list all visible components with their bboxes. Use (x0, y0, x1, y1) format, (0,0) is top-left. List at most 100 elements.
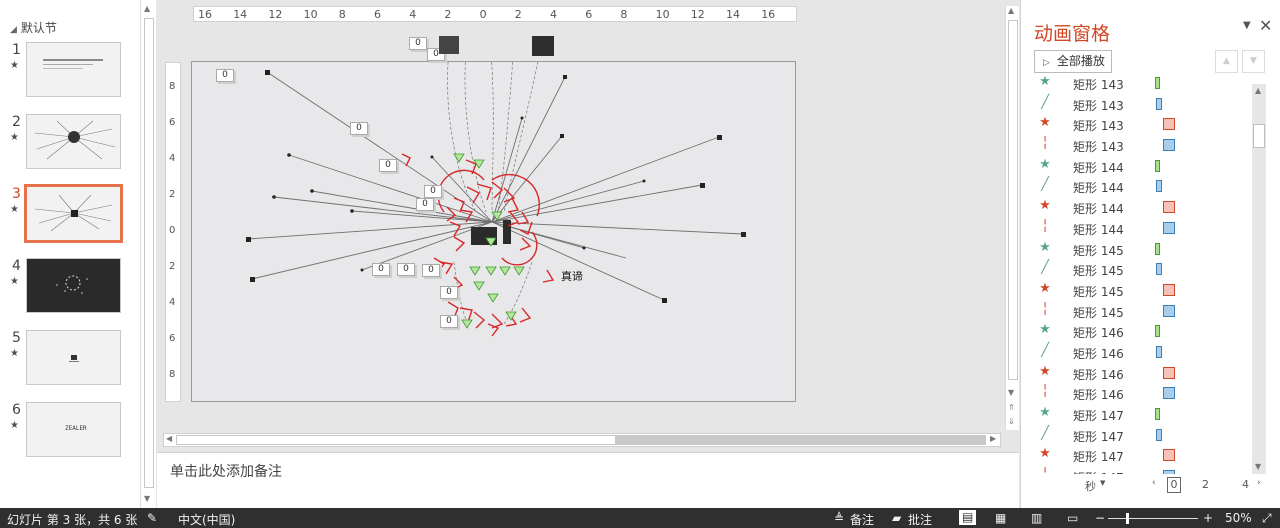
language-indicator[interactable]: 中文(中国) (178, 511, 235, 528)
spell-check-icon[interactable]: ✎ (147, 511, 157, 525)
timing-bar[interactable] (1163, 118, 1175, 131)
slide-thumbnail-3[interactable]: 3 ★ (0, 184, 140, 244)
animation-list[interactable]: ★ 矩形 143 ╱ 矩形 143 ★ 矩形 143 ╎ 矩形 143 ★ 矩形 144 ╱ 矩形 1… (1035, 72, 1251, 474)
timing-bar[interactable] (1163, 221, 1175, 234)
animation-item[interactable]: ╎ 矩形 147 (1035, 465, 1251, 474)
section-header[interactable]: ◢ 默认节 (10, 19, 57, 36)
animation-item[interactable]: ╱ 矩形 144 (1035, 175, 1251, 196)
animation-item[interactable]: ★ 矩形 143 (1035, 72, 1251, 93)
notes-pane[interactable]: 单击此处添加备注 (157, 452, 1019, 508)
timing-bar[interactable] (1156, 263, 1162, 276)
animation-item[interactable]: ╎ 矩形 143 (1035, 134, 1251, 155)
animation-item[interactable]: ★ 矩形 145 (1035, 238, 1251, 259)
animation-order-tag[interactable]: 0 (416, 198, 434, 211)
animation-item[interactable]: ★ 矩形 146 (1035, 362, 1251, 383)
slide-thumbnail-5[interactable]: 5 ★ (0, 330, 140, 388)
zoom-level[interactable]: 50% (1225, 511, 1252, 525)
zoom-slider[interactable] (1108, 518, 1198, 519)
animation-item[interactable]: ╱ 矩形 147 (1035, 424, 1251, 445)
timing-bar[interactable] (1163, 283, 1175, 296)
zoom-slider-knob[interactable] (1126, 513, 1129, 524)
notes-button[interactable]: 备注 (850, 511, 874, 528)
slide-thumbnail-4[interactable]: 4 ★ (0, 258, 140, 316)
offslide-shape[interactable] (532, 36, 554, 56)
animation-order-tag[interactable]: 0 (440, 315, 458, 328)
scrollbar-thumb[interactable] (1008, 20, 1018, 380)
timing-bar[interactable] (1155, 242, 1160, 255)
animation-item[interactable]: ╎ 矩形 145 (1035, 300, 1251, 321)
animation-order-tag[interactable]: 0 (440, 286, 458, 299)
comments-button[interactable]: 批注 (908, 511, 932, 528)
animation-order-tag[interactable]: 0 (379, 159, 397, 172)
animation-item[interactable]: ╎ 矩形 146 (1035, 382, 1251, 403)
fit-to-window-icon[interactable]: ⤢ (1262, 511, 1272, 526)
animation-order-tag[interactable]: 0 (409, 37, 427, 50)
timing-bar[interactable] (1163, 139, 1175, 152)
scroll-down-icon[interactable]: ▼ (1255, 462, 1261, 471)
timing-bar[interactable] (1163, 387, 1175, 400)
next-slide-icon[interactable]: ⇓ (1008, 417, 1015, 426)
zoom-out-icon[interactable]: − (1095, 511, 1105, 525)
animation-item[interactable]: ★ 矩形 146 (1035, 320, 1251, 341)
animation-order-tag[interactable]: 0 (350, 122, 368, 135)
animation-item[interactable]: ╱ 矩形 143 (1035, 93, 1251, 114)
animation-item[interactable]: ★ 矩形 145 (1035, 279, 1251, 300)
scroll-up-icon[interactable]: ▲ (144, 4, 150, 13)
timing-bar[interactable] (1156, 428, 1162, 441)
slide-sorter-icon[interactable]: ▦ (995, 511, 1006, 525)
scrollbar-thumb[interactable] (176, 435, 616, 445)
normal-view-icon[interactable]: ▤ (959, 510, 977, 525)
animation-order-tag[interactable]: 0 (422, 264, 440, 277)
scroll-up-icon[interactable]: ▲ (1255, 86, 1261, 95)
animation-order-tag[interactable]: 0 (216, 69, 234, 82)
animation-order-tag[interactable]: 0 (372, 263, 390, 276)
editor-vertical-scrollbar[interactable]: ▲ ▼ ⇑ ⇓ (1005, 6, 1019, 430)
timing-bar[interactable] (1155, 77, 1160, 89)
animation-item[interactable]: ★ 矩形 143 (1035, 113, 1251, 134)
scroll-up-icon[interactable]: ▲ (1008, 6, 1014, 15)
timeline-right-icon[interactable]: › (1257, 478, 1261, 488)
slide-thumbnail-6[interactable]: 6 ★ ZEALER (0, 402, 140, 460)
timing-bar[interactable] (1155, 325, 1160, 338)
unit-dropdown-icon[interactable]: ▼ (1100, 479, 1105, 487)
notes-icon[interactable]: ≜ (834, 511, 844, 525)
offslide-shape[interactable] (439, 36, 459, 54)
scroll-down-icon[interactable]: ▼ (1008, 388, 1014, 397)
thumbnail-scrollbar[interactable]: ▲ ▼ (140, 0, 156, 508)
animation-item[interactable]: ╱ 矩形 145 (1035, 258, 1251, 279)
move-up-button[interactable]: ▲ (1215, 50, 1238, 73)
animation-order-tag[interactable]: 0 (424, 185, 442, 198)
scrollbar-thumb[interactable] (144, 18, 154, 488)
timing-bar[interactable] (1156, 180, 1162, 193)
slide-thumbnail-1[interactable]: 1 ★ (0, 42, 140, 100)
notes-placeholder[interactable]: 单击此处添加备注 (170, 461, 282, 481)
timeline-unit[interactable]: 秒 (1085, 478, 1096, 494)
animation-item[interactable]: ╱ 矩形 146 (1035, 341, 1251, 362)
timing-bar[interactable] (1155, 408, 1160, 420)
slide-thumbnail-2[interactable]: 2 ★ (0, 114, 140, 172)
timing-bar[interactable] (1163, 470, 1175, 474)
animation-item[interactable]: ★ 矩形 144 (1035, 155, 1251, 176)
scrollbar-track[interactable] (616, 435, 986, 445)
move-down-button[interactable]: ▼ (1242, 50, 1265, 73)
timing-bar[interactable] (1156, 97, 1162, 110)
timing-bar[interactable] (1163, 304, 1175, 317)
scrollbar-thumb[interactable] (1253, 124, 1265, 148)
animation-list-scrollbar[interactable]: ▲ ▼ (1252, 84, 1266, 474)
timing-bar[interactable] (1163, 201, 1175, 214)
animation-item[interactable]: ★ 矩形 144 (1035, 196, 1251, 217)
animation-item[interactable]: ╎ 矩形 144 (1035, 217, 1251, 238)
timing-bar[interactable] (1163, 366, 1175, 379)
slide-canvas[interactable]: 0 0 0 0 0 0 0 0 0 0 真谛 (191, 61, 796, 402)
timing-bar[interactable] (1163, 449, 1175, 462)
pane-options-icon[interactable]: ▼ (1243, 20, 1251, 31)
editor-horizontal-scrollbar[interactable]: ◀ ▶ (163, 433, 1001, 447)
timeline-left-icon[interactable]: ‹ (1152, 478, 1156, 488)
scroll-down-icon[interactable]: ▼ (144, 494, 150, 503)
timing-bar[interactable] (1156, 345, 1162, 358)
timing-bar[interactable] (1155, 159, 1160, 172)
scroll-right-icon[interactable]: ▶ (990, 434, 996, 443)
animation-item[interactable]: ★ 矩形 147 (1035, 444, 1251, 465)
slideshow-icon[interactable]: ▭ (1067, 511, 1078, 525)
previous-slide-icon[interactable]: ⇑ (1008, 403, 1015, 412)
